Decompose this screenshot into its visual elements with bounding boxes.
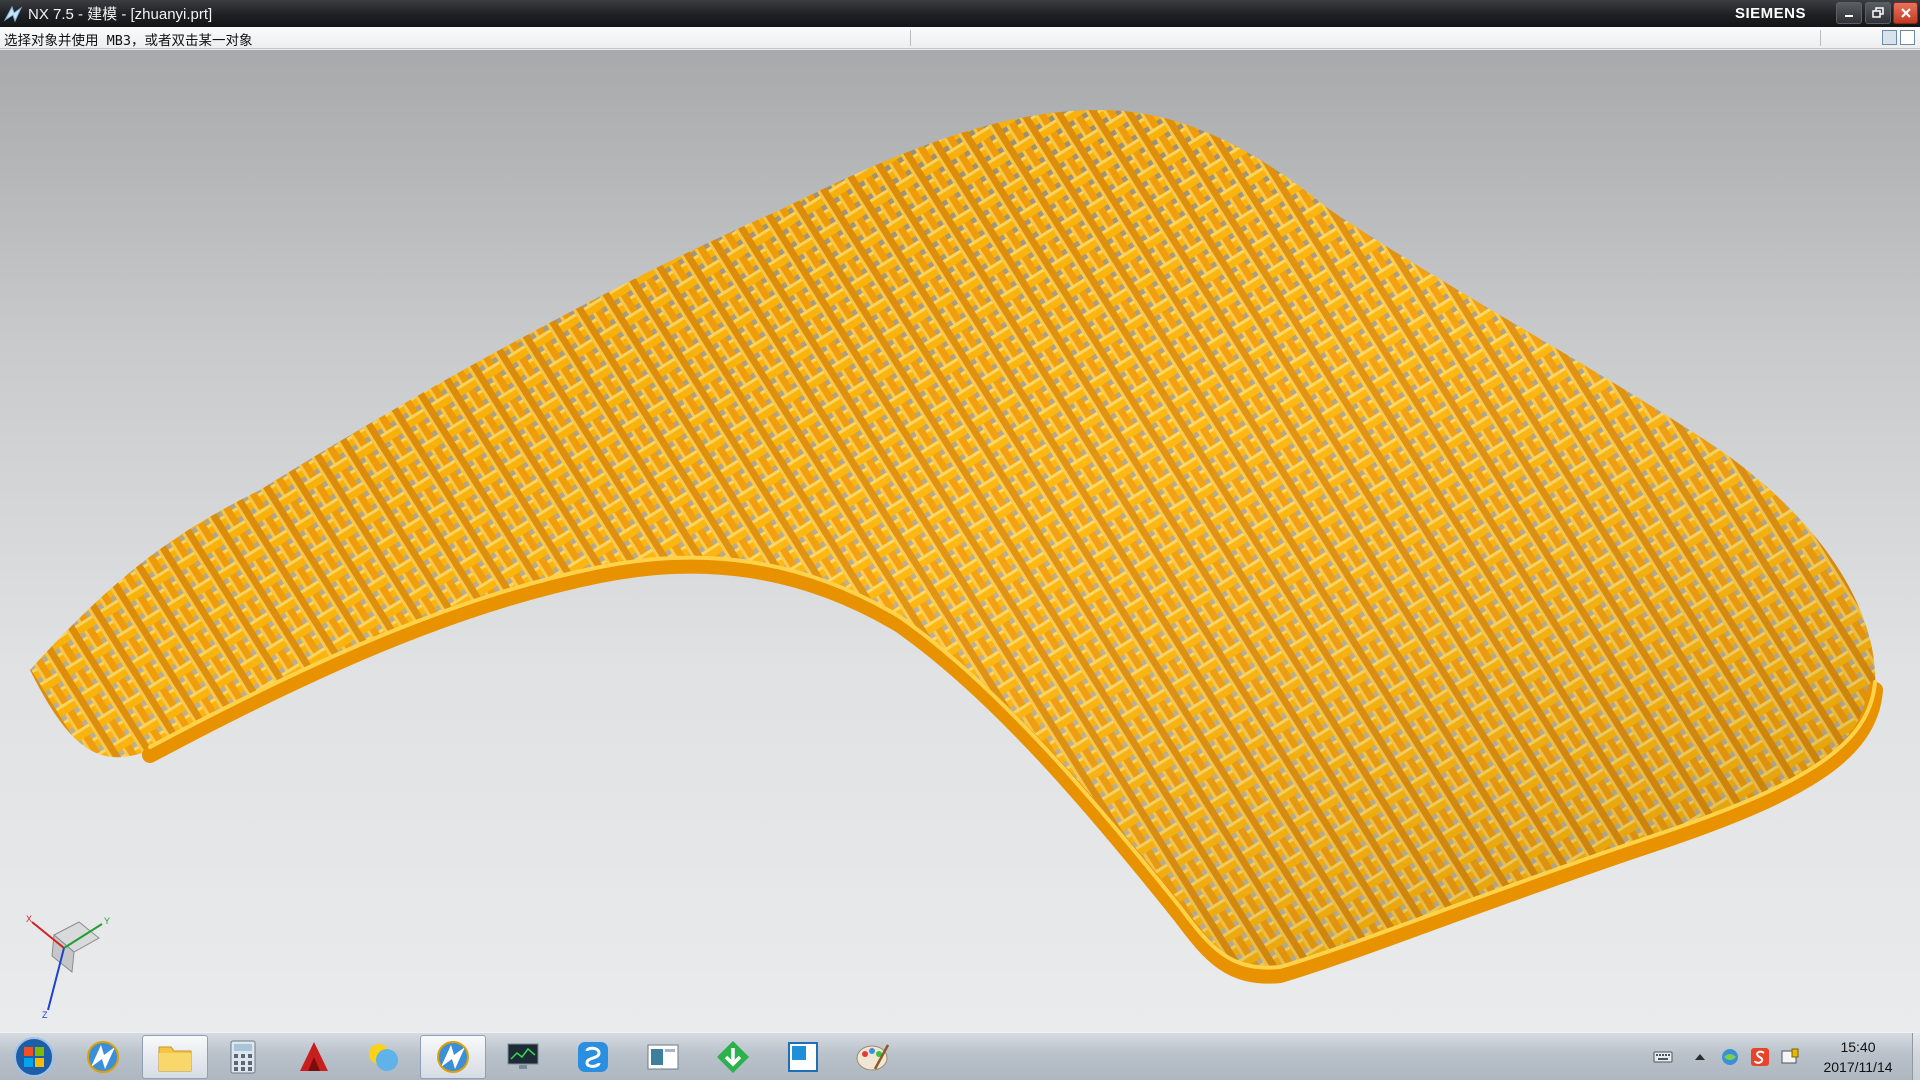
taskbar-autocad[interactable] [281,1035,347,1079]
title-bar: NX 7.5 - 建模 - [zhuanyi.prt] SIEMENS [0,0,1920,27]
nx-app-icon [437,1041,469,1073]
browser-icon [578,1042,608,1072]
calculator-icon [230,1040,256,1074]
action-center-icon[interactable] [1780,1047,1800,1067]
cue-line: 选择对象并使用 MB3，或者双击某一对象 [0,27,1920,49]
triad-x-label: X [26,914,32,924]
ime-sogou-icon[interactable] [1750,1047,1770,1067]
taskbar-file-explorer[interactable] [142,1035,208,1079]
clock-date: 2017/11/14 [1823,1059,1893,1075]
download-icon [717,1041,749,1073]
close-icon [1900,8,1911,18]
network-icon[interactable] [1720,1047,1740,1067]
taskbar-window-app[interactable] [770,1035,836,1079]
clock-time: 15:40 [1840,1039,1876,1055]
keyboard-icon[interactable] [1653,1047,1673,1067]
window-icon [788,1042,818,1072]
restore-button[interactable] [1865,2,1891,24]
weave-surface [30,110,1876,971]
window-layout-icon[interactable] [1900,30,1915,45]
brand-logo: SIEMENS [1735,5,1807,22]
viewer-icon [647,1044,679,1070]
taskbar-nx-app-2[interactable] [420,1035,486,1079]
taskbar-downloader[interactable] [700,1035,766,1079]
woven-chair-model[interactable] [0,50,1920,1032]
taskbar-qq-browser[interactable] [560,1035,626,1079]
minimize-icon [1845,15,1853,17]
nx-app-icon [87,1041,119,1073]
monitor-icon [507,1043,539,1069]
restore-icon [1872,7,1884,18]
close-button[interactable] [1893,2,1918,24]
cue-message: 选择对象并使用 MB3，或者双击某一对象 [4,33,253,49]
show-hidden-icons-icon[interactable] [1690,1047,1710,1067]
taskbar-viewer[interactable] [630,1035,696,1079]
wcs-triad-icon[interactable]: X Y Z [24,910,114,1020]
taskbar-nx-app[interactable] [70,1035,136,1079]
window-title: NX 7.5 - 建模 - [zhuanyi.prt] [28,6,213,23]
nx-app-icon [3,5,23,22]
start-orb-icon [14,1037,54,1077]
taskbar-paint[interactable] [840,1035,906,1079]
resource-bar-icon[interactable] [1882,30,1897,45]
minimize-button[interactable] [1836,2,1862,24]
graphics-window[interactable]: X Y Z [0,50,1920,1032]
taskbar-monitor[interactable] [490,1035,556,1079]
triad-z-label: Z [42,1010,48,1020]
folder-icon [158,1046,192,1072]
messenger-icon [369,1044,398,1071]
taskbar-calculator[interactable] [210,1035,276,1079]
cue-divider [1820,30,1821,46]
cue-divider [910,30,911,46]
system-clock[interactable]: 15:40 2017/11/14 [1808,1037,1908,1077]
paint-palette-icon [856,1044,890,1071]
triad-y-label: Y [104,916,110,926]
taskbar: 15:40 2017/11/14 [0,1032,1920,1080]
show-desktop-button[interactable] [1912,1033,1920,1080]
autocad-icon [300,1042,328,1071]
taskbar-messenger[interactable] [350,1035,416,1079]
start-button[interactable] [6,1035,62,1079]
